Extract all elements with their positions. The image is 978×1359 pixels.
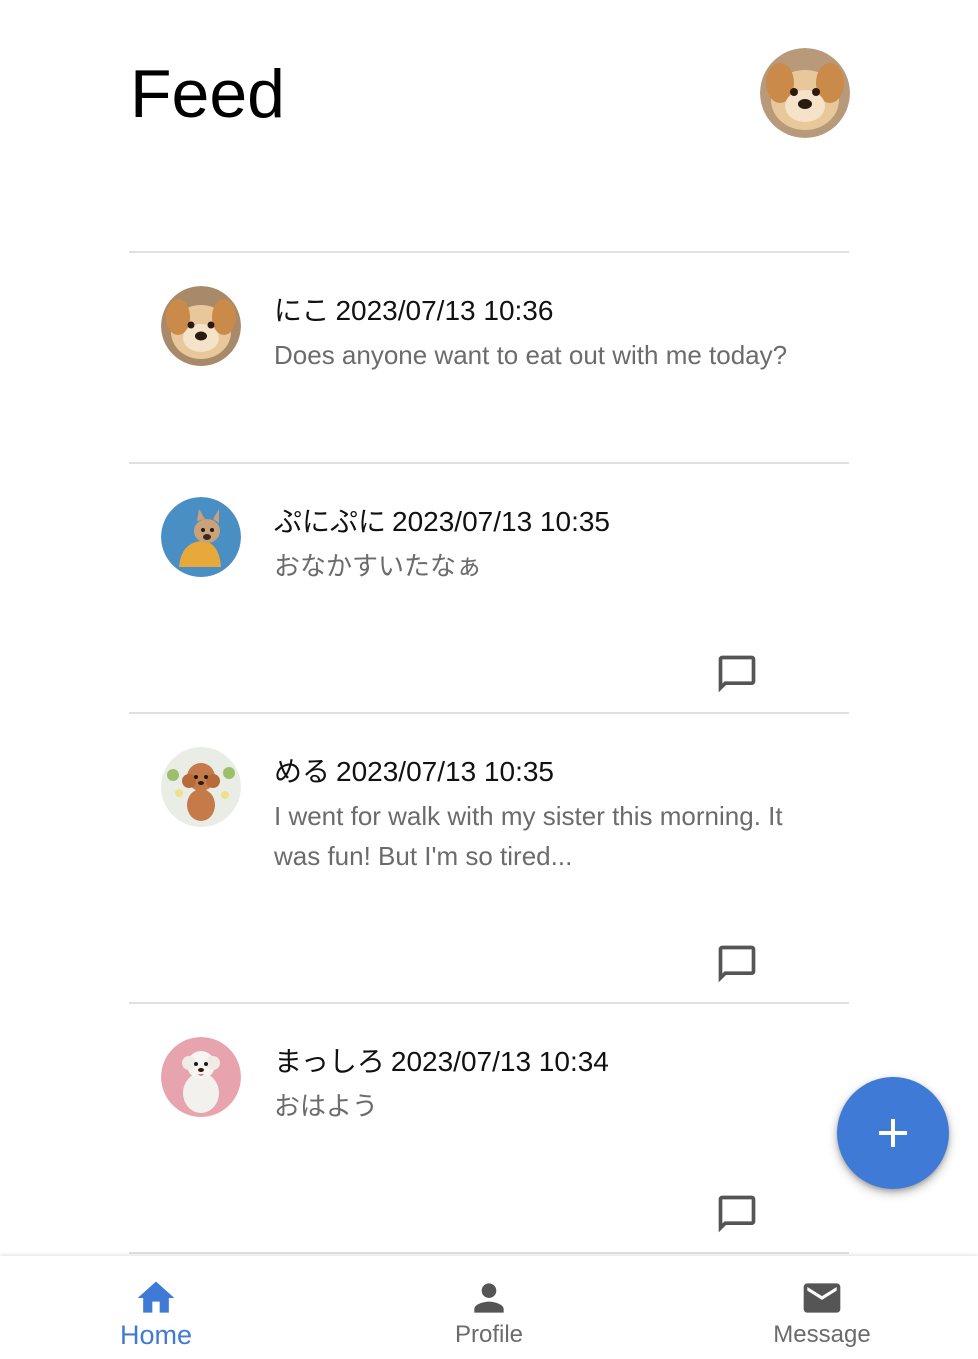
header: Feed bbox=[130, 48, 850, 140]
feed-list: にこ 2023/07/13 10:36 Does anyone want to e… bbox=[129, 251, 849, 1254]
post-author: まっしろ bbox=[274, 1046, 385, 1077]
post-body: ぷにぷに 2023/07/13 10:35 おなかすいたなぁ bbox=[274, 502, 824, 586]
post-author: める bbox=[274, 756, 331, 787]
post-body: める 2023/07/13 10:35 I went for walk with … bbox=[274, 752, 824, 876]
post-item[interactable]: ぷにぷに 2023/07/13 10:35 おなかすいたなぁ bbox=[129, 464, 849, 712]
mail-icon bbox=[803, 1283, 841, 1313]
nav-item-home[interactable]: Home bbox=[56, 1256, 256, 1359]
post-text: おはよう bbox=[274, 1091, 379, 1121]
comment-button[interactable] bbox=[715, 652, 759, 696]
post-avatar[interactable] bbox=[161, 497, 241, 577]
post-author: にこ bbox=[274, 295, 330, 326]
comment-icon bbox=[718, 945, 756, 983]
home-icon bbox=[137, 1281, 175, 1313]
feed-page: Feed にこ 2023/07/13 10:36 Does anyone wan… bbox=[0, 0, 978, 1359]
comment-icon bbox=[718, 1195, 756, 1233]
add-post-button[interactable] bbox=[837, 1077, 949, 1189]
post-text: I went for walk with my sister this morn… bbox=[274, 801, 783, 871]
post-timestamp: 2023/07/13 10:35 bbox=[336, 756, 554, 787]
bottom-navigation: Home Profile Message bbox=[0, 1256, 978, 1359]
post-item[interactable]: まっしろ 2023/07/13 10:34 おはよう bbox=[129, 1004, 849, 1252]
post-body: まっしろ 2023/07/13 10:34 おはよう bbox=[274, 1042, 824, 1126]
plus-icon bbox=[879, 1119, 907, 1147]
post-timestamp: 2023/07/13 10:35 bbox=[392, 506, 610, 537]
nav-item-profile[interactable]: Profile bbox=[389, 1256, 589, 1359]
post-avatar[interactable] bbox=[161, 747, 241, 827]
comment-button[interactable] bbox=[715, 942, 759, 986]
post-avatar[interactable] bbox=[161, 286, 241, 366]
divider bbox=[129, 1252, 849, 1254]
post-timestamp: 2023/07/13 10:34 bbox=[390, 1046, 609, 1077]
post-header: める 2023/07/13 10:35 bbox=[274, 752, 824, 792]
person-icon bbox=[474, 1283, 504, 1313]
post-text: おなかすいたなぁ bbox=[274, 551, 483, 581]
nav-label: Message bbox=[773, 1321, 871, 1348]
post-header: にこ 2023/07/13 10:36 bbox=[274, 291, 824, 331]
comment-button[interactable] bbox=[715, 1192, 759, 1236]
post-timestamp: 2023/07/13 10:36 bbox=[335, 295, 554, 326]
post-item[interactable]: める 2023/07/13 10:35 I went for walk with … bbox=[129, 714, 849, 1002]
user-avatar[interactable] bbox=[760, 48, 850, 138]
post-avatar[interactable] bbox=[161, 1037, 241, 1117]
post-item[interactable]: にこ 2023/07/13 10:36 Does anyone want to e… bbox=[129, 253, 849, 462]
post-header: まっしろ 2023/07/13 10:34 bbox=[274, 1042, 824, 1082]
post-body: にこ 2023/07/13 10:36 Does anyone want to e… bbox=[274, 291, 824, 375]
nav-label: Home bbox=[119, 1320, 193, 1350]
nav-item-message[interactable]: Message bbox=[722, 1256, 922, 1359]
comment-icon bbox=[718, 655, 756, 693]
post-header: ぷにぷに 2023/07/13 10:35 bbox=[274, 502, 824, 542]
nav-label: Profile bbox=[454, 1321, 524, 1348]
page-title: Feed bbox=[130, 56, 285, 132]
post-author: ぷにぷに bbox=[274, 506, 387, 537]
post-text: Does anyone want to eat out with me toda… bbox=[274, 340, 788, 370]
